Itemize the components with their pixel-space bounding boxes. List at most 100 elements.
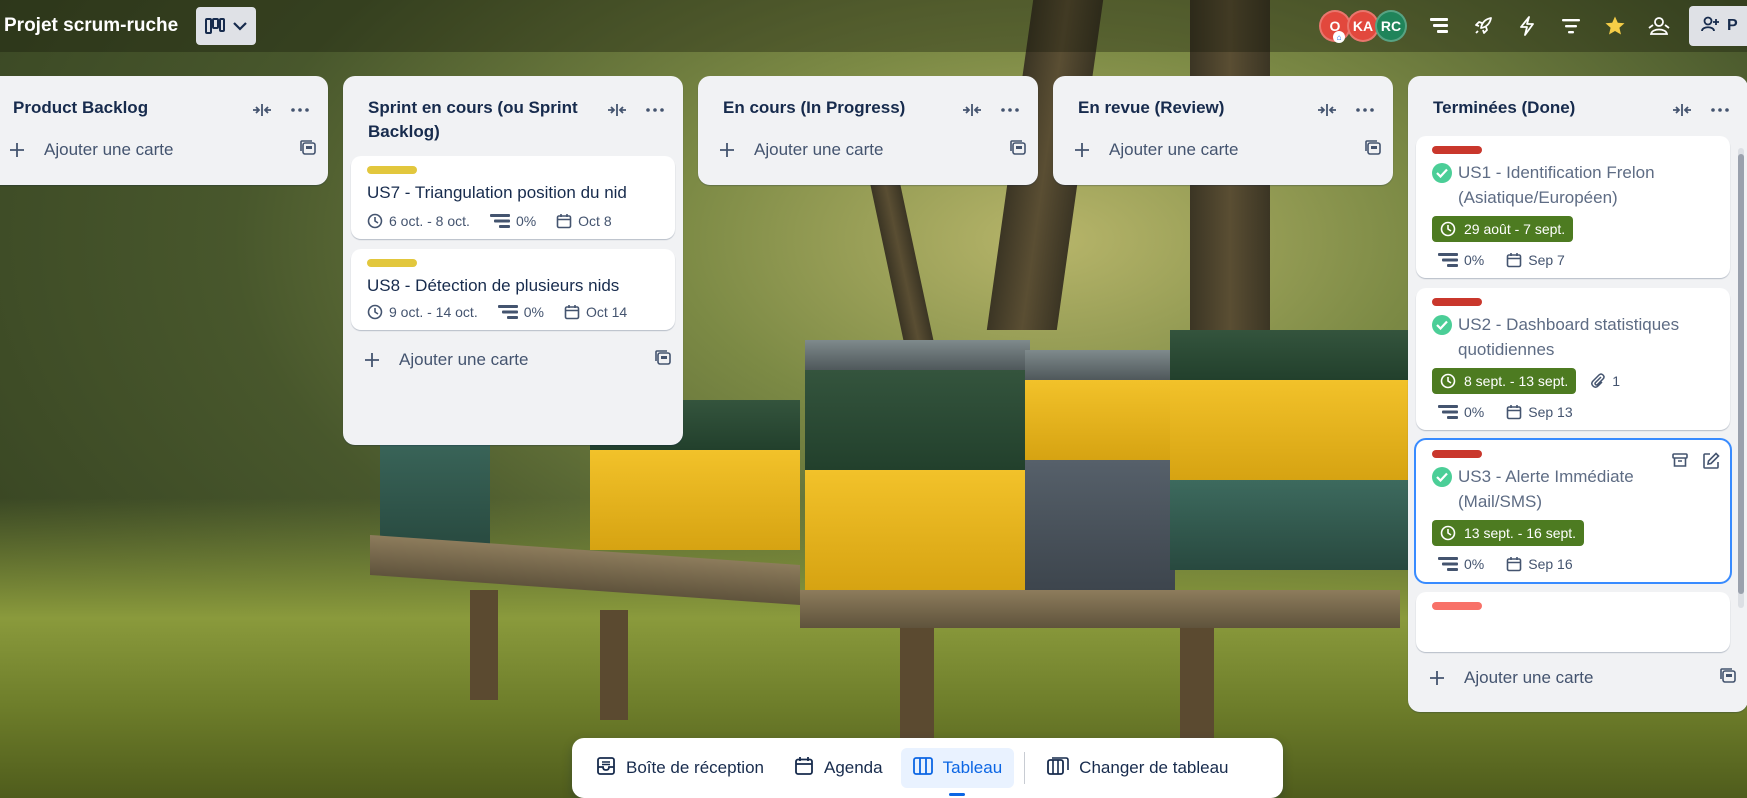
dates-badge[interactable]: 29 août - 7 sept. (1432, 216, 1574, 242)
list-menu-icon[interactable] (639, 94, 671, 126)
admin-badge-icon: ⌂ (1333, 31, 1345, 43)
automation-icon[interactable] (1507, 6, 1547, 46)
progress-badge: 0% (1438, 404, 1484, 420)
list-title[interactable]: En cours (In Progress) (723, 94, 956, 120)
card-title: US8 - Détection de plusieurs nids (367, 276, 620, 295)
label-bar[interactable] (1432, 602, 1482, 610)
add-card-button[interactable]: Ajouter une carte (1053, 130, 1393, 170)
complete-check-icon[interactable] (1432, 163, 1452, 183)
nav-switch-board[interactable]: Changer de tableau (1035, 748, 1240, 788)
card[interactable]: US3 - Alerte Immédiate (Mail/SMS) 13 sep… (1414, 438, 1732, 584)
due-date-badge: Oct 8 (556, 213, 612, 229)
list-scrollbar-thumb[interactable] (1738, 154, 1744, 594)
view-switcher-button[interactable] (196, 7, 257, 45)
card-title: US7 - Triangulation position du nid (367, 183, 627, 202)
power-ups-icon[interactable] (1463, 6, 1503, 46)
card[interactable]: US2 - Dashboard statistiques quotidienne… (1416, 288, 1730, 430)
list-header: En cours (In Progress) (698, 76, 1038, 126)
label-bar[interactable] (1432, 298, 1482, 306)
dates-badge: 6 oct. - 8 oct. (367, 213, 470, 229)
list-menu-icon[interactable] (1349, 94, 1381, 126)
list-title[interactable]: Terminées (Done) (1433, 94, 1666, 120)
list-title[interactable]: Product Backlog (13, 94, 246, 120)
collapse-list-icon[interactable] (601, 94, 633, 126)
collapse-list-icon[interactable] (1666, 94, 1698, 126)
dates-badge: 9 oct. - 14 oct. (367, 304, 478, 320)
card[interactable]: US7 - Triangulation position du nid 6 oc… (351, 156, 675, 239)
progress-icon (1438, 253, 1458, 267)
calendar-icon (1506, 405, 1522, 420)
card-title: US2 - Dashboard statistiques quotidienne… (1432, 312, 1714, 362)
label-bar[interactable] (367, 166, 417, 174)
list-title[interactable]: En revue (Review) (1078, 94, 1311, 120)
progress-badge: 0% (497, 304, 544, 320)
calendar-icon (564, 305, 580, 320)
list-review: En revue (Review) Ajouter une carte (1053, 76, 1393, 185)
calendar-icon (1506, 557, 1522, 572)
progress-icon (1438, 557, 1458, 571)
card[interactable]: US1 - Identification Frelon (Asiatique/E… (1416, 136, 1730, 278)
members-icon[interactable] (1639, 6, 1679, 46)
list-view-icon[interactable] (1419, 6, 1459, 46)
due-date-badge: Oct 14 (564, 304, 627, 320)
board-title[interactable]: Projet scrum-ruche (4, 15, 178, 37)
card-template-icon[interactable] (1365, 139, 1381, 161)
cards-scroll-area[interactable]: US1 - Identification Frelon (Asiatique/E… (1408, 136, 1747, 654)
clock-icon (1440, 525, 1456, 541)
board-view-icon (912, 756, 933, 780)
label-bar[interactable] (1432, 146, 1482, 154)
nav-board[interactable]: Tableau (900, 748, 1015, 796)
add-card-button[interactable]: Ajouter une carte (0, 130, 328, 170)
add-person-icon (1701, 16, 1719, 37)
due-date-badge: Sep 7 (1506, 252, 1565, 268)
inbox-icon (596, 756, 616, 781)
dates-badge[interactable]: 8 sept. - 13 sept. (1432, 368, 1577, 394)
calendar-icon (556, 214, 572, 229)
paperclip-icon (1591, 373, 1606, 388)
card-title: US1 - Identification Frelon (Asiatique/E… (1432, 160, 1714, 210)
nav-planner[interactable]: Agenda (782, 748, 895, 788)
list-header: Terminées (Done) (1408, 76, 1747, 126)
list-in-progress: En cours (In Progress) Ajouter une carte (698, 76, 1038, 185)
plus-icon (1075, 143, 1095, 157)
member-avatar[interactable]: RC (1375, 10, 1407, 42)
card-title: US3 - Alerte Immédiate (Mail/SMS) (1432, 464, 1714, 514)
complete-check-icon[interactable] (1432, 467, 1452, 487)
list-menu-icon[interactable] (994, 94, 1026, 126)
list-menu-icon[interactable] (284, 94, 316, 126)
list-done: Terminées (Done) US1 - Identification Fr… (1408, 76, 1747, 712)
progress-badge: 0% (1438, 252, 1484, 268)
add-card-button[interactable]: Ajouter une carte (1408, 658, 1747, 698)
list-title[interactable]: Sprint en cours (ou Sprint Backlog) (368, 94, 601, 144)
collapse-list-icon[interactable] (246, 94, 278, 126)
plus-icon (10, 143, 30, 157)
nav-divider (1024, 752, 1026, 784)
share-button[interactable]: P (1689, 6, 1747, 46)
card-template-icon[interactable] (1720, 667, 1736, 689)
label-bar[interactable] (367, 259, 417, 267)
star-icon[interactable] (1595, 6, 1635, 46)
progress-icon (1438, 405, 1458, 419)
card-template-icon[interactable] (655, 349, 671, 371)
card[interactable] (1416, 592, 1730, 652)
list-header: Product Backlog (0, 76, 328, 126)
collapse-list-icon[interactable] (956, 94, 988, 126)
nav-inbox[interactable]: Boîte de réception (584, 748, 776, 788)
list-menu-icon[interactable] (1704, 94, 1736, 126)
board-view-icon (205, 18, 226, 34)
add-card-button[interactable]: Ajouter une carte (698, 130, 1038, 170)
list-sprint-backlog: Sprint en cours (ou Sprint Backlog) US7 … (343, 76, 683, 445)
complete-check-icon[interactable] (1432, 315, 1452, 335)
list-header: En revue (Review) (1053, 76, 1393, 126)
card[interactable]: US8 - Détection de plusieurs nids 9 oct.… (351, 249, 675, 330)
calendar-icon (794, 756, 814, 781)
filter-icon[interactable] (1551, 6, 1591, 46)
label-bar[interactable] (1432, 450, 1482, 458)
card-template-icon[interactable] (300, 139, 316, 161)
progress-icon (489, 214, 510, 228)
add-card-button[interactable]: Ajouter une carte (343, 340, 683, 380)
dates-badge[interactable]: 13 sept. - 16 sept. (1432, 520, 1585, 546)
plus-icon (365, 353, 385, 367)
card-template-icon[interactable] (1010, 139, 1026, 161)
collapse-list-icon[interactable] (1311, 94, 1343, 126)
